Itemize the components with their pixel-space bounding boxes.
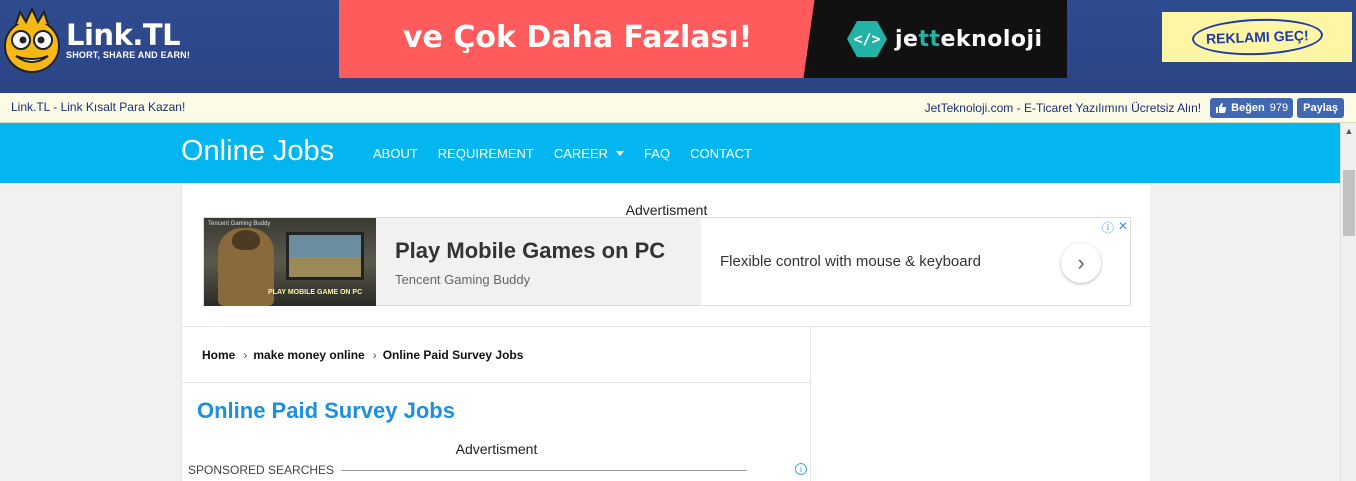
linktl-subbar: Link.TL - Link Kısalt Para Kazan! JetTek… — [0, 93, 1356, 123]
display-ad[interactable]: Tencent Gaming Buddy PLAY MOBILE GAME ON… — [203, 217, 1131, 306]
close-icon[interactable]: ✕ — [1118, 219, 1128, 236]
main-column: Home › make money online › Online Paid S… — [182, 327, 811, 481]
mascot-icon — [4, 6, 60, 73]
sponsored-searches: SPONSORED SEARCHES — [188, 463, 748, 477]
banner-brand: jetteknoloji — [895, 27, 1043, 52]
jetteknoloji-link[interactable]: JetTeknoloji.com - E-Ticaret Yazılımını … — [925, 101, 1202, 115]
linktl-home-link[interactable]: Link.TL - Link Kısalt Para Kazan! — [11, 100, 185, 114]
info-icon[interactable]: i — [795, 463, 807, 475]
like-label: Beğen — [1231, 102, 1265, 114]
banner-headline: ve Çok Daha Fazlası! — [403, 20, 753, 55]
breadcrumb: Home › make money online › Online Paid S… — [202, 348, 523, 362]
ad-title[interactable]: Play Mobile Games on PC — [395, 238, 701, 264]
nav-label: CONTACT — [690, 146, 752, 161]
ad-image: Tencent Gaming Buddy PLAY MOBILE GAME ON… — [204, 218, 376, 306]
nav-item-contact[interactable]: CONTACT — [690, 146, 752, 161]
ad-image-caption: PLAY MOBILE GAME ON PC — [268, 289, 363, 296]
scrollbar-thumb[interactable] — [1343, 170, 1355, 236]
info-icon[interactable]: ⓘ — [1102, 219, 1114, 236]
chevron-right-icon[interactable]: › — [1061, 243, 1101, 283]
nav-item-requirement[interactable]: REQUIREMENT — [438, 146, 534, 161]
nav-menu: ABOUT REQUIREMENT CAREER FAQ CONTACT — [373, 146, 772, 161]
thumbs-up-icon — [1216, 103, 1227, 113]
divider — [341, 469, 748, 471]
site-navbar: Online Jobs ABOUT REQUIREMENT CAREER FAQ… — [0, 123, 1340, 183]
chevron-right-icon: › — [372, 348, 377, 362]
ad-choices: ⓘ ✕ — [1102, 219, 1128, 236]
divider — [182, 382, 811, 383]
brand-part: je — [895, 26, 919, 52]
nav-label: REQUIREMENT — [437, 146, 534, 161]
facebook-share-button[interactable]: Paylaş — [1297, 98, 1344, 118]
brand-accent: tt — [918, 26, 941, 52]
ad-label: Advertisment — [625, 202, 708, 218]
logo-tagline: SHORT, SHARE AND EARN! — [66, 50, 191, 60]
breadcrumb-current: Online Paid Survey Jobs — [382, 348, 524, 362]
caret-down-icon — [616, 151, 625, 156]
facebook-like-button[interactable]: Beğen 979 — [1210, 98, 1294, 118]
linktl-header: Link.TL SHORT, SHARE AND EARN! ve Çok Da… — [0, 0, 1356, 93]
banner-ad[interactable]: ve Çok Daha Fazlası! </> jetteknoloji — [339, 0, 1067, 78]
site-brand[interactable]: Online Jobs — [181, 135, 334, 168]
like-count: 979 — [1269, 102, 1289, 114]
ad-description: Flexible control with mouse & keyboard — [720, 253, 981, 270]
brand-part: eknoloji — [940, 26, 1043, 52]
nav-label: ABOUT — [373, 146, 418, 161]
skip-ad-label: REKLAMI GEÇ! — [1191, 16, 1323, 58]
nav-item-career[interactable]: CAREER — [553, 146, 625, 161]
chevron-right-icon: › — [243, 348, 248, 362]
code-brackets-icon: </> — [847, 21, 887, 57]
breadcrumb-category[interactable]: make money online — [253, 348, 364, 362]
vertical-scrollbar[interactable]: ▲ — [1340, 123, 1356, 481]
breadcrumb-home[interactable]: Home — [202, 348, 235, 362]
nav-item-faq[interactable]: FAQ — [644, 146, 670, 161]
nav-item-about[interactable]: ABOUT — [373, 146, 418, 161]
scroll-up-arrow-icon[interactable]: ▲ — [1341, 123, 1356, 139]
sponsored-label: SPONSORED SEARCHES — [188, 463, 335, 477]
page-title: Online Paid Survey Jobs — [197, 398, 455, 423]
skip-ad-button[interactable]: REKLAMI GEÇ! — [1162, 12, 1352, 62]
logo-title: Link.TL — [66, 18, 181, 52]
ad-label: Advertisment — [455, 441, 538, 457]
jetteknoloji-link-text: JetTeknoloji.com — [924, 101, 1014, 115]
jetteknoloji-promo-text: - E-Ticaret Yazılımını Ücretsiz Alın! — [1013, 101, 1202, 115]
ad-image-caption-top: Tencent Gaming Buddy — [208, 221, 271, 227]
content-container: Advertisment Tencent Gaming Buddy PLAY M… — [181, 183, 1151, 481]
nav-label: FAQ — [644, 146, 671, 161]
nav-label: CAREER — [553, 146, 609, 161]
linktl-logo[interactable]: Link.TL SHORT, SHARE AND EARN! — [2, 4, 202, 76]
ad-subtitle: Tencent Gaming Buddy — [395, 272, 531, 287]
